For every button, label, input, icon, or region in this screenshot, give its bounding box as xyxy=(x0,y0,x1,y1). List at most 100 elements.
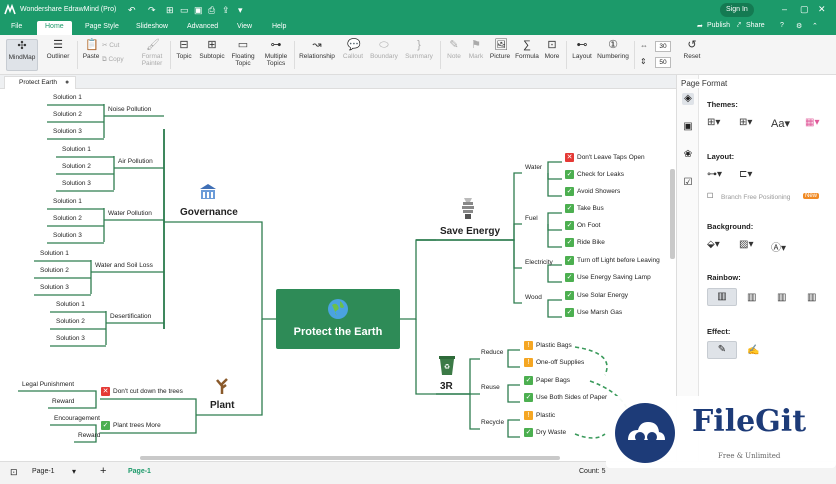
topic-governance[interactable]: Governance xyxy=(180,207,238,218)
solution-item[interactable]: Solution 2 xyxy=(56,318,85,325)
copy-button[interactable]: ⧉ Copy xyxy=(102,56,132,68)
mark-button[interactable]: ⚑ Mark xyxy=(465,39,487,71)
subtopic-governance-item[interactable]: Water Pollution xyxy=(108,210,152,217)
solution-item[interactable]: Solution 1 xyxy=(56,301,85,308)
publish-button[interactable]: Publish xyxy=(707,22,730,29)
mindmap-button[interactable]: ✣ MindMap xyxy=(6,39,38,71)
plant-detail-item[interactable]: Encouragement xyxy=(54,415,100,422)
horizontal-spacing-input[interactable]: 30 xyxy=(655,41,671,52)
menu-slideshow[interactable]: Slideshow xyxy=(136,23,168,30)
menu-advanced[interactable]: Advanced xyxy=(187,23,218,30)
tasks-tab-icon[interactable]: ☑ xyxy=(682,177,694,189)
open-icon[interactable]: ▭ xyxy=(180,4,189,16)
numbering-button[interactable]: ① Numbering xyxy=(595,39,631,71)
topic-3r[interactable]: 3R xyxy=(440,381,453,392)
quick-access-more-icon[interactable]: ▾ xyxy=(238,4,243,16)
connector-style-icon[interactable]: ⊏▾ xyxy=(739,169,752,180)
fill-color-icon[interactable]: ⬙▾ xyxy=(707,239,720,250)
save-energy-group[interactable]: Fuel xyxy=(525,215,538,222)
help-icon[interactable]: ? xyxy=(780,22,784,29)
share-icon[interactable]: ⤤ xyxy=(737,22,741,30)
multiple-topics-button[interactable]: ⊶ Multiple Topics xyxy=(260,39,292,71)
rainbow-option-1[interactable]: ▥ xyxy=(707,288,737,306)
mindmap-canvas[interactable]: Protect the Earth Governance Save Energy… xyxy=(0,89,676,461)
print-icon[interactable]: ⎙ xyxy=(208,4,215,16)
horizontal-scrollbar[interactable] xyxy=(140,456,560,460)
solution-item[interactable]: Solution 2 xyxy=(40,267,69,274)
tab-modified-dot-icon[interactable]: ● xyxy=(65,77,69,89)
layout-map-icon[interactable]: ⊶▾ xyxy=(707,169,722,180)
add-page-icon[interactable]: + xyxy=(100,465,106,477)
outliner-button[interactable]: ☰ Outliner xyxy=(42,39,74,71)
subtopic-governance-item[interactable]: Air Pollution xyxy=(118,158,153,165)
solution-item[interactable]: Solution 1 xyxy=(53,94,82,101)
save-energy-group[interactable]: Water xyxy=(525,164,542,171)
save-energy-item[interactable]: ✓ Use Energy Saving Lamp xyxy=(565,273,651,282)
settings-icon[interactable]: ⚙ xyxy=(796,22,802,30)
style-tab-icon[interactable]: ▣ xyxy=(682,121,694,133)
summary-button[interactable]: } Summary xyxy=(402,39,436,71)
rainbow-option-2[interactable]: ▥ xyxy=(747,292,756,303)
save-energy-group[interactable]: Wood xyxy=(525,294,542,301)
plant-detail-item[interactable]: Reward xyxy=(52,398,74,405)
three-r-item[interactable]: ! Plastic xyxy=(524,411,555,420)
central-topic[interactable]: Protect the Earth xyxy=(276,289,400,349)
three-r-item[interactable]: ✓ Use Both Sides of Paper xyxy=(524,393,607,402)
solution-item[interactable]: Solution 1 xyxy=(53,198,82,205)
vertical-spacing-input[interactable]: 50 xyxy=(655,57,671,68)
effect-option-2[interactable]: ✍ xyxy=(747,345,759,356)
page-tab[interactable]: Page-1 xyxy=(128,468,151,475)
solution-item[interactable]: Solution 3 xyxy=(53,232,82,239)
note-button[interactable]: ✎ Note xyxy=(443,39,465,71)
minimize-icon[interactable]: – xyxy=(782,4,787,14)
watermark-icon[interactable]: Ⓐ▾ xyxy=(771,239,786,254)
three-r-group[interactable]: Reduce xyxy=(481,349,503,356)
relationship-dashed-line[interactable] xyxy=(574,433,606,439)
save-energy-item[interactable]: ✓ Check for Leaks xyxy=(565,170,624,179)
format-painter-button[interactable]: 🖌 Format Painter xyxy=(136,39,168,71)
save-energy-item[interactable]: ✓ Use Solar Energy xyxy=(565,291,628,300)
rainbow-option-4[interactable]: ▥ xyxy=(807,292,816,303)
save-energy-item[interactable]: ✓ Turn off Light before Leaving xyxy=(565,256,660,265)
boundary-button[interactable]: ⬭ Boundary xyxy=(368,39,400,71)
publish-icon[interactable]: ➦ xyxy=(697,22,703,30)
solution-item[interactable]: Solution 2 xyxy=(53,215,82,222)
export-icon[interactable]: ⇪ xyxy=(222,4,230,16)
sign-in-button[interactable]: Sign In xyxy=(720,3,754,17)
theme-layout-icon[interactable]: ⊞▾ xyxy=(707,117,720,128)
new-icon[interactable]: ⊞ xyxy=(166,4,174,16)
floating-topic-button[interactable]: ▭ Floating Topic xyxy=(228,39,258,71)
subtopic-governance-item[interactable]: Water and Soil Loss xyxy=(95,262,153,269)
rainbow-option-3[interactable]: ▥ xyxy=(777,292,786,303)
subtopic-plant-item[interactable]: ✓ Plant trees More xyxy=(101,421,161,430)
solution-item[interactable]: Solution 3 xyxy=(62,180,91,187)
solution-item[interactable]: Solution 2 xyxy=(62,163,91,170)
plant-detail-item[interactable]: Legal Punishment xyxy=(22,381,74,388)
save-energy-item[interactable]: ✓ Use Marsh Gas xyxy=(565,308,622,317)
solution-item[interactable]: Solution 3 xyxy=(56,335,85,342)
save-icon[interactable]: ▣ xyxy=(194,4,203,16)
three-r-item[interactable]: ! One-off Supplies xyxy=(524,358,584,367)
three-r-group[interactable]: Reuse xyxy=(481,384,500,391)
save-energy-group[interactable]: Electricity xyxy=(525,259,553,266)
document-tab[interactable]: Protect Earth ● xyxy=(4,76,76,89)
menu-home[interactable]: Home xyxy=(37,21,72,35)
page-select[interactable]: Page-1 xyxy=(32,468,55,475)
relationship-button[interactable]: ↝ Relationship xyxy=(296,39,338,71)
solution-item[interactable]: Solution 1 xyxy=(40,250,69,257)
share-button[interactable]: Share xyxy=(746,22,765,29)
save-energy-item[interactable]: ✓ On Foot xyxy=(565,221,600,230)
three-r-group[interactable]: Recycle xyxy=(481,419,504,426)
subtopic-button[interactable]: ⊞ Subtopic xyxy=(196,39,228,71)
page-format-tab-icon[interactable]: ◈ xyxy=(682,93,694,105)
save-energy-item[interactable]: ✓ Ride Bike xyxy=(565,238,605,247)
three-r-item[interactable]: ! Plastic Bags xyxy=(524,341,572,350)
menu-view[interactable]: View xyxy=(237,23,252,30)
branch-free-checkbox[interactable]: ☐ xyxy=(707,192,713,200)
redo-icon[interactable]: ↷ xyxy=(148,4,156,16)
callout-button[interactable]: 💬 Callout xyxy=(339,39,367,71)
picture-button[interactable]: 🖼 Picture xyxy=(487,39,513,71)
theme-font-button[interactable]: Aa▾ xyxy=(771,117,790,130)
subtopic-governance-item[interactable]: Desertification xyxy=(110,313,151,320)
three-r-item[interactable]: ✓ Paper Bags xyxy=(524,376,570,385)
